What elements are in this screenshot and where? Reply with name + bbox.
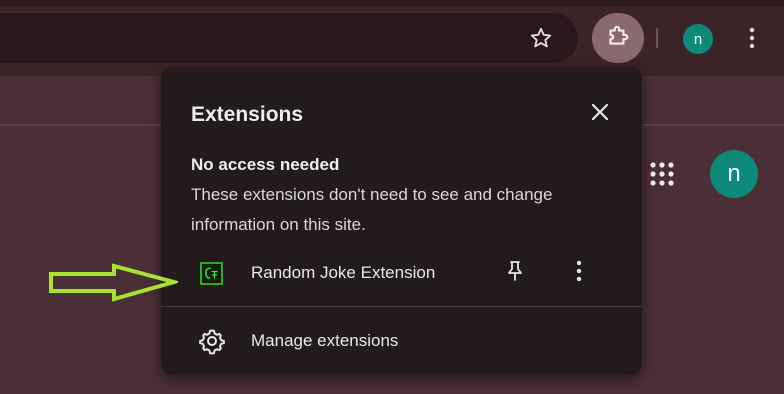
extensions-button[interactable] [592,13,644,63]
manage-extensions-button[interactable]: Manage extensions [161,325,642,357]
close-icon [591,103,609,126]
profile-avatar-button[interactable]: n [683,24,713,54]
extension-more-options-button[interactable] [567,259,591,287]
manage-extensions-label: Manage extensions [251,331,399,350]
annotation-arrow-icon [48,262,182,304]
puzzle-icon [605,23,631,54]
profile-initial-large: n [727,160,741,187]
extension-row[interactable]: Random Joke Extension [161,255,642,291]
browser-toolbar: n [0,0,784,76]
browser-menu-icon[interactable] [740,24,764,52]
pin-icon [505,260,525,287]
section-description: These extensions don't need to see and c… [191,185,553,234]
extensions-popup: Extensions No access needed These extens… [161,67,642,375]
browser-window: n n Extensions No access needed These ex… [0,0,784,394]
pin-extension-button[interactable] [501,259,529,287]
page-profile-avatar[interactable]: n [710,150,758,198]
profile-initial: n [693,30,703,48]
apps-grid-icon[interactable] [648,160,676,188]
toolbar-divider [656,28,658,48]
popup-title: Extensions [191,103,304,126]
extension-name: Random Joke Extension [251,263,436,282]
section-heading: No access needed [191,155,340,174]
more-vertical-icon [576,260,582,287]
gear-icon [198,327,226,355]
random-joke-logo-icon [200,262,223,285]
tab-strip-edge [0,0,784,6]
address-bar[interactable] [0,13,578,63]
close-button[interactable] [585,99,615,129]
bookmark-star-icon[interactable] [527,24,555,52]
popup-divider [161,306,642,307]
